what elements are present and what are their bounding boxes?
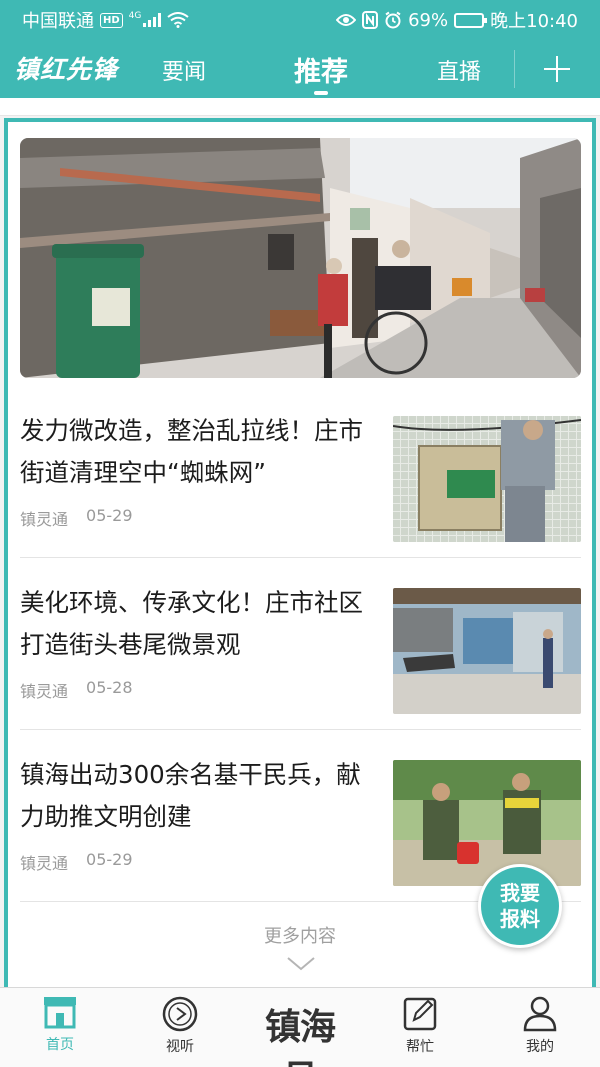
news-date: 05-29 (86, 506, 133, 525)
news-source: 镇灵通 (20, 854, 69, 873)
news-source: 镇灵通 (20, 682, 69, 701)
report-label-line2: 报料 (500, 907, 540, 931)
battery-icon (454, 12, 488, 28)
bottom-tab-help[interactable]: 帮忙 (380, 994, 460, 1056)
news-title[interactable]: 美化环境、传承文化！庄市社区打造街头巷尾微景观 (20, 582, 375, 666)
play-circle-icon (162, 996, 198, 1032)
hero-image[interactable] (20, 138, 581, 378)
signal-icon (143, 13, 162, 27)
news-thumbnail[interactable] (393, 760, 581, 886)
top-nav: 镇红先锋 要闻 推荐 直播 (0, 40, 600, 98)
news-meta: 镇灵通 05-29 (20, 506, 133, 530)
report-label-line1: 我要 (500, 881, 540, 905)
bottom-nav: 首页 视听 镇海号 帮忙 我的 (0, 987, 600, 1067)
active-tab-indicator (314, 91, 328, 95)
tab-tuijian[interactable]: 推荐 (294, 50, 348, 89)
news-item[interactable]: 发力微改造，整治乱拉线！庄市街道清理空中“蜘蛛网” 镇灵通 05-29 (20, 386, 581, 558)
news-feed-card: 发力微改造，整治乱拉线！庄市街道清理空中“蜘蛛网” 镇灵通 05-29 美化环境… (4, 118, 596, 988)
bottom-tab-video[interactable]: 视听 (140, 994, 220, 1056)
home-icon (44, 997, 76, 1029)
tab-yaowen[interactable]: 要闻 (162, 54, 206, 86)
status-bar: 中国联通 HD 4G 69% 晚上10:40 (0, 0, 600, 40)
bottom-tab-profile[interactable]: 我的 (500, 994, 580, 1056)
app-logo: 镇红先锋 (14, 55, 119, 84)
bottom-tab-label: 帮忙 (406, 1039, 434, 1055)
bottom-tab-home[interactable]: 首页 (20, 994, 100, 1054)
news-date: 05-28 (86, 678, 133, 697)
bottom-tab-label: 我的 (526, 1039, 554, 1055)
status-left: 中国联通 HD 4G (22, 7, 189, 33)
battery-percent: 69% (408, 9, 449, 31)
news-thumbnail[interactable] (393, 588, 581, 714)
news-meta: 镇灵通 05-28 (20, 678, 133, 702)
hero-photo (20, 138, 581, 378)
news-source: 镇灵通 (20, 510, 69, 529)
clock: 晚上10:40 (490, 11, 578, 32)
nav-divider (514, 50, 515, 88)
nfc-icon (362, 11, 379, 29)
add-channel-button[interactable] (540, 52, 574, 86)
status-right: 69% 晚上10:40 (336, 7, 578, 33)
thumb-photo-militia (393, 760, 581, 886)
news-title[interactable]: 发力微改造，整治乱拉线！庄市街道清理空中“蜘蛛网” (20, 410, 375, 494)
tab-zhibo[interactable]: 直播 (437, 54, 481, 86)
edit-icon (403, 997, 437, 1031)
alarm-icon (385, 11, 401, 29)
chevron-down-icon[interactable] (286, 956, 316, 972)
network-type: 4G (128, 11, 142, 21)
news-title[interactable]: 镇海出动300余名基干民兵，献力助推文明创建 (20, 754, 375, 838)
bottom-tab-label: 首页 (46, 1037, 74, 1053)
report-news-button[interactable]: 我要 报料 (478, 864, 562, 948)
user-icon (523, 996, 557, 1032)
news-thumbnail[interactable] (393, 416, 581, 542)
bottom-tab-label: 视听 (166, 1039, 194, 1055)
hd-badge: HD (100, 12, 123, 28)
news-meta: 镇灵通 05-29 (20, 850, 133, 874)
previous-card-edge (0, 98, 600, 116)
news-item[interactable]: 美化环境、传承文化！庄市社区打造街头巷尾微景观 镇灵通 05-28 (20, 558, 581, 730)
news-date: 05-29 (86, 850, 133, 869)
eye-icon (336, 14, 357, 26)
bottom-tab-zhenhaihao[interactable]: 镇海号 (248, 998, 352, 1067)
carrier-label: 中国联通 (22, 11, 94, 32)
thumb-photo-mural (393, 588, 581, 714)
thumb-photo-cables (393, 416, 581, 542)
wifi-icon (167, 12, 189, 28)
